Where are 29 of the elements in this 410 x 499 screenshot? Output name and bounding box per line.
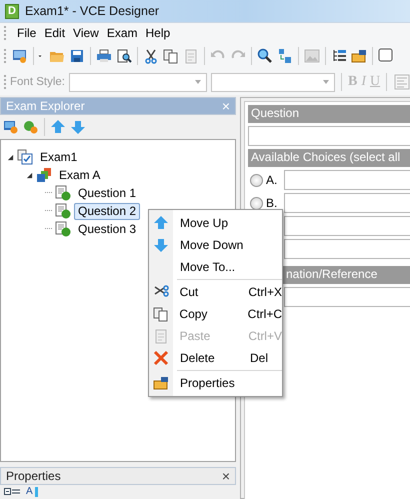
tree-item[interactable]: Exam A [55, 166, 104, 184]
menu-item[interactable]: Edit [44, 26, 66, 40]
app-icon: D [5, 4, 19, 18]
menu-item[interactable]: Delete Del [149, 347, 282, 369]
panel-title: Exam Explorer [6, 99, 85, 113]
section-header: nation/Reference [286, 267, 378, 281]
menu-item[interactable]: View [73, 26, 99, 40]
tree-item[interactable]: Question 2 [74, 202, 140, 220]
menu-item[interactable]: Cut Ctrl+X [149, 281, 282, 303]
close-button[interactable]: × [222, 468, 230, 484]
tree-item[interactable]: Exam1 [36, 148, 82, 166]
panel-title: Properties [6, 469, 61, 483]
menu-item[interactable]: Properties [149, 372, 282, 394]
menu-item[interactable]: Exam [106, 26, 138, 40]
menu-item[interactable]: Move Up [149, 212, 282, 234]
menu-item[interactable]: File [17, 26, 36, 40]
tree-item[interactable]: Question 3 [74, 220, 140, 238]
tree-item[interactable]: Question 1 [74, 184, 140, 202]
window-title: Exam1* - VCE Designer [25, 4, 160, 18]
menu-item[interactable]: Move To... [149, 256, 282, 278]
menu-item[interactable]: Copy Ctrl+C [149, 303, 282, 325]
menu-item[interactable]: Move Down [149, 234, 282, 256]
font-style-label: Font Style: [10, 76, 65, 88]
section-header: Question [248, 105, 410, 123]
choice-label: B. [266, 196, 278, 210]
section-header: Available Choices (select all [248, 149, 410, 167]
menu-item[interactable]: Help [146, 26, 170, 40]
alphabetical-button[interactable]: A [26, 487, 38, 497]
choice-label: A. [266, 173, 278, 187]
